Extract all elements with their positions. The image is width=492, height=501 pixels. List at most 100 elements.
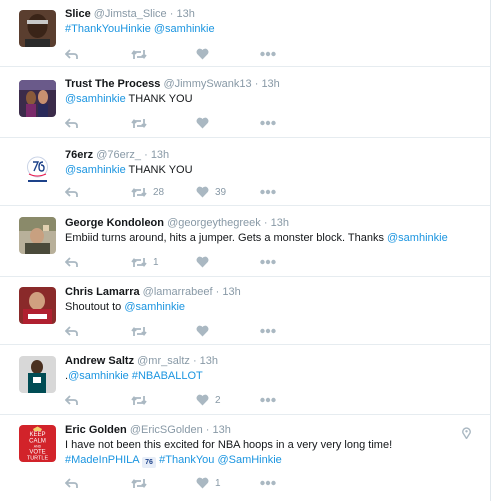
author-handle[interactable]: @georgeythegreek [167, 217, 261, 229]
author-handle[interactable]: @mr_saltz [137, 355, 190, 367]
like-button[interactable]: 2 [196, 393, 221, 407]
tweet[interactable]: Trust The Process @JimmySwank13 · 13h @s… [0, 67, 490, 138]
avatar[interactable] [19, 80, 56, 117]
hashtag-link[interactable]: #ThankYouHinkie [65, 23, 151, 35]
reply-button[interactable] [65, 324, 78, 338]
more-button[interactable] [260, 116, 276, 130]
avatar[interactable] [19, 287, 56, 324]
like-button[interactable] [196, 255, 215, 269]
like-count: 2 [215, 394, 221, 406]
retweet-button[interactable]: 1 [131, 255, 159, 269]
tweet-header: Andrew Saltz @mr_saltz · 13h [65, 355, 482, 368]
mention-link[interactable]: @SamHinkie [217, 454, 281, 466]
tweet-text-line-2: #MadeInPHILA 76 #ThankYou @SamHinkie [65, 454, 482, 468]
retweet-button[interactable] [131, 116, 153, 130]
tweet[interactable]: Chris Lamarra @lamarrabeef · 13h Shoutou… [0, 277, 490, 345]
reply-icon [65, 256, 78, 267]
retweet-icon [131, 187, 147, 197]
timestamp[interactable]: 13h [222, 286, 240, 298]
mention-link[interactable]: @samhinkie [124, 301, 185, 313]
author-handle[interactable]: @lamarrabeef [143, 286, 213, 298]
tweet-text: .@samhinkie #NBABALLOT [65, 370, 482, 383]
heart-icon [196, 186, 209, 198]
mention-link[interactable]: @samhinkie [154, 23, 215, 35]
avatar[interactable] [19, 151, 56, 188]
like-count: 1 [215, 477, 221, 489]
timestamp[interactable]: 13h [151, 149, 169, 161]
tweet-content: Slice @Jimsta_Slice · 13h #ThankYouHinki… [65, 8, 482, 36]
tweet[interactable]: Andrew Saltz @mr_saltz · 13h .@samhinkie… [0, 345, 490, 415]
avatar[interactable] [19, 217, 56, 254]
tweet[interactable]: KEEP CALM AND VOTE TURTLE Eric Golden @E… [0, 415, 490, 501]
hashtag-link[interactable]: #MadeInPHILA [65, 454, 139, 466]
reply-button[interactable] [65, 47, 78, 61]
more-button[interactable] [260, 47, 276, 61]
avatar-and-text: AND [34, 445, 42, 449]
author-name[interactable]: Eric Golden [65, 424, 127, 436]
hashtag-link[interactable]: #ThankYou [159, 454, 214, 466]
reply-button[interactable] [65, 116, 78, 130]
like-button[interactable]: 39 [196, 185, 226, 199]
reply-button[interactable] [65, 393, 78, 407]
tweet-text: Shoutout to @samhinkie [65, 301, 482, 314]
author-handle[interactable]: @EricSGolden [130, 424, 203, 436]
more-dots-icon [260, 120, 276, 126]
reply-icon [65, 394, 78, 405]
reply-button[interactable] [65, 476, 78, 490]
like-button[interactable] [196, 324, 215, 338]
more-button[interactable] [260, 255, 276, 269]
author-name[interactable]: Chris Lamarra [65, 286, 140, 298]
retweet-button[interactable] [131, 393, 153, 407]
author-name[interactable]: Andrew Saltz [65, 355, 134, 367]
more-button[interactable] [260, 324, 276, 338]
tweet-header: Chris Lamarra @lamarrabeef · 13h [65, 286, 482, 299]
like-count: 39 [215, 186, 227, 198]
text-segment: Embiid turns around, hits a jumper. Gets… [65, 232, 388, 244]
retweet-button[interactable] [131, 324, 153, 338]
tweet-header: Trust The Process @JimmySwank13 · 13h [65, 78, 482, 91]
location-pin-icon[interactable] [462, 426, 471, 444]
timestamp[interactable]: 13h [176, 8, 194, 20]
hashtag-link[interactable]: #NBABALLOT [132, 370, 203, 382]
tweet[interactable]: George Kondoleon @georgeythegreek · 13h … [0, 206, 490, 277]
mention-link[interactable]: @samhinkie [68, 370, 129, 382]
like-button[interactable]: 1 [196, 476, 221, 490]
author-handle[interactable]: @76erz_ [96, 149, 141, 161]
author-name[interactable]: George Kondoleon [65, 217, 164, 229]
retweet-button[interactable] [131, 47, 153, 61]
author-name[interactable]: Trust The Process [65, 78, 160, 90]
more-button[interactable] [260, 185, 276, 199]
reply-button[interactable] [65, 185, 78, 199]
avatar[interactable]: KEEP CALM AND VOTE TURTLE [19, 425, 56, 462]
timestamp[interactable]: 13h [213, 424, 231, 436]
timestamp[interactable]: 13h [200, 355, 218, 367]
mention-link[interactable]: @samhinkie [387, 232, 448, 244]
timestamp[interactable]: 13h [271, 217, 289, 229]
reply-icon [65, 48, 78, 59]
sixers-emoji[interactable]: 76 [142, 457, 157, 468]
tweet[interactable]: Slice @Jimsta_Slice · 13h #ThankYouHinki… [0, 0, 490, 67]
like-button[interactable] [196, 47, 215, 61]
more-button[interactable] [260, 393, 276, 407]
timestamp[interactable]: 13h [261, 78, 279, 90]
tweet-header: George Kondoleon @georgeythegreek · 13h [65, 217, 482, 230]
retweet-count: 1 [153, 256, 159, 268]
more-button[interactable] [260, 476, 276, 490]
author-name[interactable]: 76erz [65, 149, 93, 161]
avatar[interactable] [19, 10, 56, 47]
retweet-button[interactable] [131, 476, 153, 490]
retweet-button[interactable]: 28 [131, 185, 164, 199]
author-handle[interactable]: @JimmySwank13 [163, 78, 251, 90]
tweet-text: #ThankYouHinkie @samhinkie [65, 23, 482, 36]
tweet-content: George Kondoleon @georgeythegreek · 13h … [65, 217, 482, 245]
tweet[interactable]: 76erz @76erz_ · 13h @samhinkie THANK YOU… [0, 138, 490, 206]
avatar[interactable] [19, 356, 56, 393]
mention-link[interactable]: @samhinkie [65, 164, 126, 176]
retweet-icon [131, 49, 147, 59]
mention-link[interactable]: @samhinkie [65, 93, 126, 105]
author-name[interactable]: Slice [65, 8, 91, 20]
author-handle[interactable]: @Jimsta_Slice [94, 8, 167, 20]
like-button[interactable] [196, 116, 215, 130]
reply-button[interactable] [65, 255, 78, 269]
tweet-text: I have not been this excited for NBA hoo… [65, 439, 482, 452]
